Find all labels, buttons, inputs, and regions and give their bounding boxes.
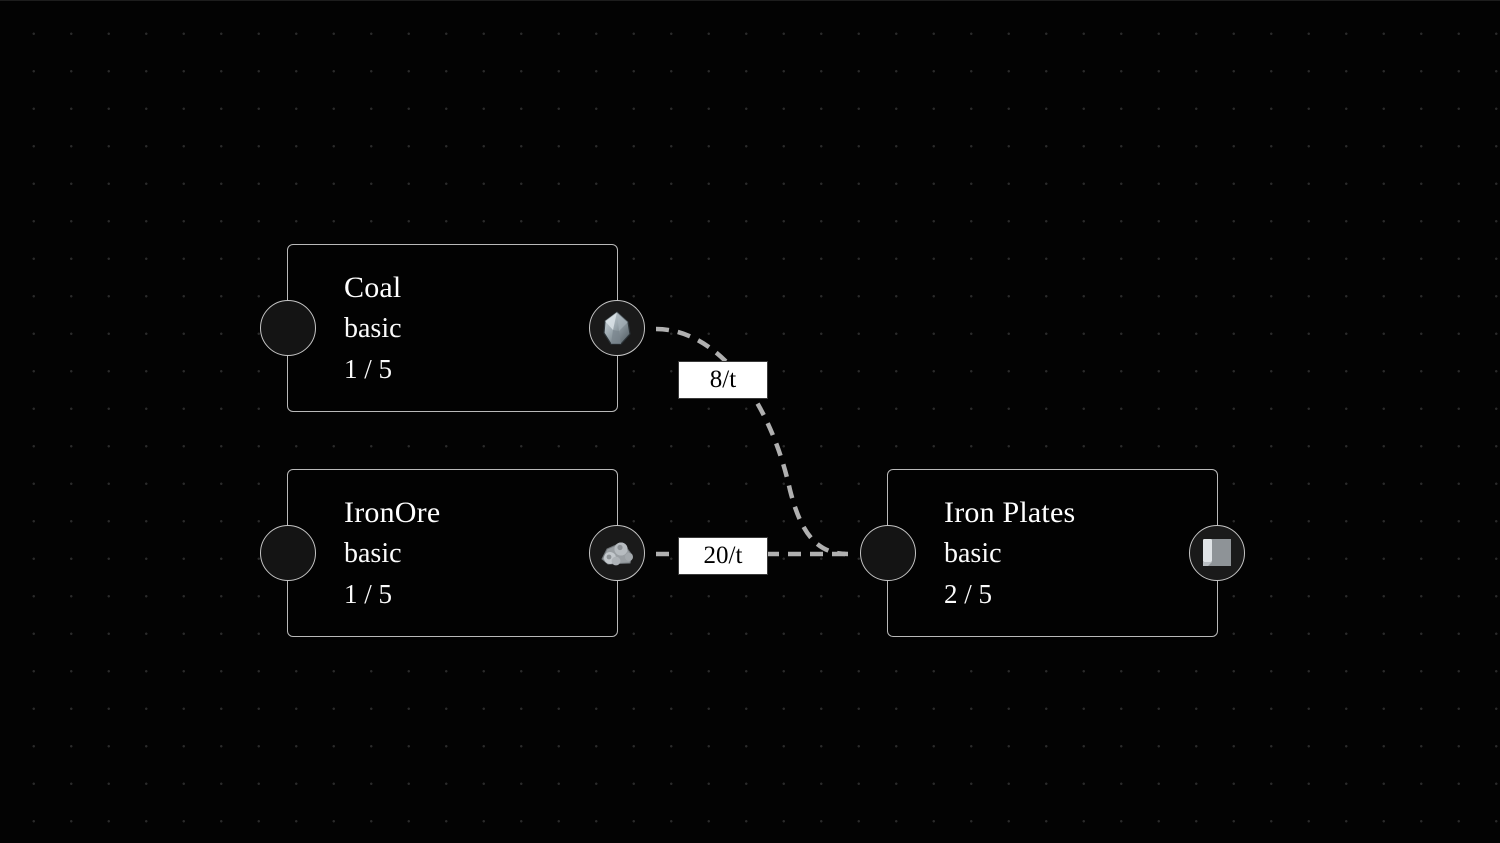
node-iron-ore-subtitle: basic — [344, 540, 617, 569]
node-iron-plates-title: Iron Plates — [944, 498, 1217, 529]
node-coal-output-port[interactable] — [589, 300, 645, 356]
node-iron-plates-input-port[interactable] — [860, 525, 916, 581]
node-coal-body: Coal basic 1 / 5 — [288, 245, 617, 411]
node-iron-ore[interactable]: IronOre basic 1 / 5 — [287, 469, 618, 637]
iron-ore-rocks-icon — [596, 532, 638, 574]
edge-rate-label-iron-ore[interactable]: 20/t — [678, 537, 768, 575]
node-iron-ore-count: 1 / 5 — [344, 581, 617, 609]
node-coal-count: 1 / 5 — [344, 356, 617, 384]
graph-canvas[interactable]: 8/t 20/t Coal basic 1 / 5 — [0, 0, 1500, 843]
edge-layer — [0, 0, 1500, 843]
node-iron-plates-subtitle: basic — [944, 540, 1217, 569]
iron-plate-icon — [1198, 534, 1236, 572]
node-iron-ore-body: IronOre basic 1 / 5 — [288, 470, 617, 636]
node-iron-ore-title: IronOre — [344, 498, 617, 529]
coal-crystal-icon — [597, 308, 637, 348]
node-coal-subtitle: basic — [344, 315, 617, 344]
edge-rate-label-coal[interactable]: 8/t — [678, 361, 768, 399]
node-coal-title: Coal — [344, 273, 617, 304]
node-iron-plates-body: Iron Plates basic 2 / 5 — [888, 470, 1217, 636]
node-iron-ore-input-port[interactable] — [260, 525, 316, 581]
node-iron-ore-output-port[interactable] — [589, 525, 645, 581]
node-iron-plates-count: 2 / 5 — [944, 581, 1217, 609]
node-iron-plates[interactable]: Iron Plates basic 2 / 5 — [887, 469, 1218, 637]
node-coal-input-port[interactable] — [260, 300, 316, 356]
node-coal[interactable]: Coal basic 1 / 5 — [287, 244, 618, 412]
node-iron-plates-output-port[interactable] — [1189, 525, 1245, 581]
